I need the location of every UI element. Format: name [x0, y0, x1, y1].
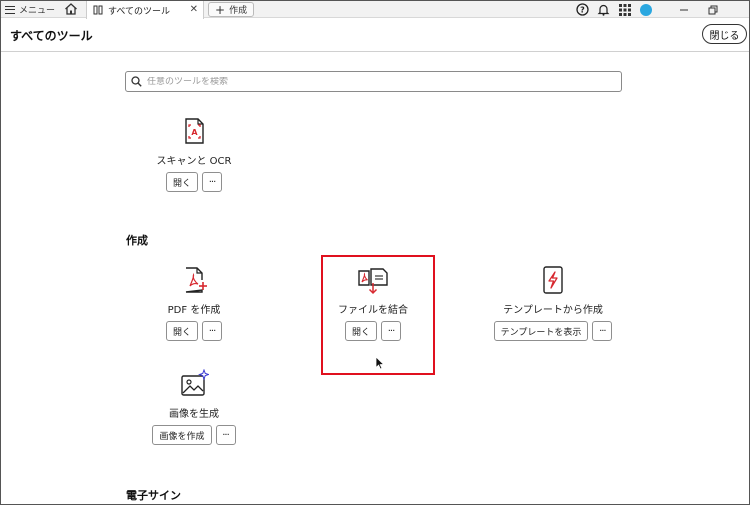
view-templates-button[interactable]: テンプレートを表示: [493, 321, 589, 341]
avatar[interactable]: [640, 4, 652, 16]
template-icon: [543, 266, 563, 294]
tab-bar: メニュー すべてのツール ✕ + 作成 ?: [1, 1, 749, 19]
close-button[interactable]: 閉じる: [702, 24, 747, 44]
notifications-button[interactable]: [596, 2, 611, 17]
generate-image-icon: [181, 369, 209, 396]
search-input[interactable]: [147, 76, 587, 87]
home-icon: [65, 3, 77, 15]
help-icon: ?: [576, 3, 589, 16]
bell-icon: [597, 4, 610, 16]
tab-all-tools[interactable]: すべてのツール ✕: [86, 1, 204, 19]
more-options-button[interactable]: ···: [215, 425, 236, 445]
new-tab-create-button[interactable]: + 作成: [208, 2, 255, 17]
menu-button[interactable]: メニュー: [5, 2, 55, 17]
mouse-cursor-icon: [375, 356, 385, 370]
tool-scan-ocr: A スキャンと OCR 開く ···: [124, 116, 264, 192]
tool-label: スキャンと OCR: [156, 156, 232, 167]
tool-label: テンプレートから作成: [503, 305, 603, 316]
open-button[interactable]: 開く: [165, 321, 198, 341]
tool-create-from-template: テンプレートから作成 テンプレートを表示 ···: [483, 265, 623, 341]
restore-button[interactable]: [706, 2, 720, 17]
open-button[interactable]: 開く: [165, 172, 198, 192]
tool-label: PDF を作成: [167, 305, 221, 316]
create-pdf-icon: [185, 267, 207, 293]
tool-label: 画像を生成: [169, 409, 219, 420]
scan-ocr-icon: A: [185, 118, 204, 144]
tool-generate-image: 画像を生成 画像を作成 ···: [124, 369, 264, 445]
page-header: すべてのツール 閉じる: [1, 19, 749, 52]
search-icon: [131, 76, 142, 87]
more-options-button[interactable]: ···: [202, 321, 222, 341]
tools-tab-icon: [93, 5, 103, 15]
menu-label: メニュー: [19, 6, 56, 16]
tool-create-pdf: PDF を作成 開く ···: [124, 265, 264, 341]
minimize-icon: [680, 9, 688, 10]
apps-button[interactable]: [617, 2, 632, 17]
restore-icon: [708, 5, 718, 14]
hamburger-icon: [5, 5, 15, 14]
page-title: すべてのツール: [10, 29, 93, 43]
tool-search[interactable]: [125, 71, 622, 92]
section-title-esign: 電子サイン: [126, 489, 181, 502]
minimize-button[interactable]: [677, 2, 691, 17]
section-title-create: 作成: [126, 234, 148, 247]
svg-text:?: ?: [580, 6, 585, 15]
home-button[interactable]: [63, 1, 79, 17]
svg-text:A: A: [191, 128, 198, 137]
close-tab-icon[interactable]: ✕: [190, 4, 198, 15]
apps-grid-icon: [618, 3, 631, 16]
more-options-button[interactable]: ···: [592, 321, 613, 341]
help-button[interactable]: ?: [575, 2, 590, 17]
more-options-button[interactable]: ···: [202, 172, 222, 192]
new-tab-label: 作成: [229, 6, 248, 16]
create-image-button[interactable]: 画像を作成: [152, 425, 212, 445]
tab-label: すべてのツール: [108, 6, 171, 17]
plus-icon: +: [215, 2, 226, 17]
